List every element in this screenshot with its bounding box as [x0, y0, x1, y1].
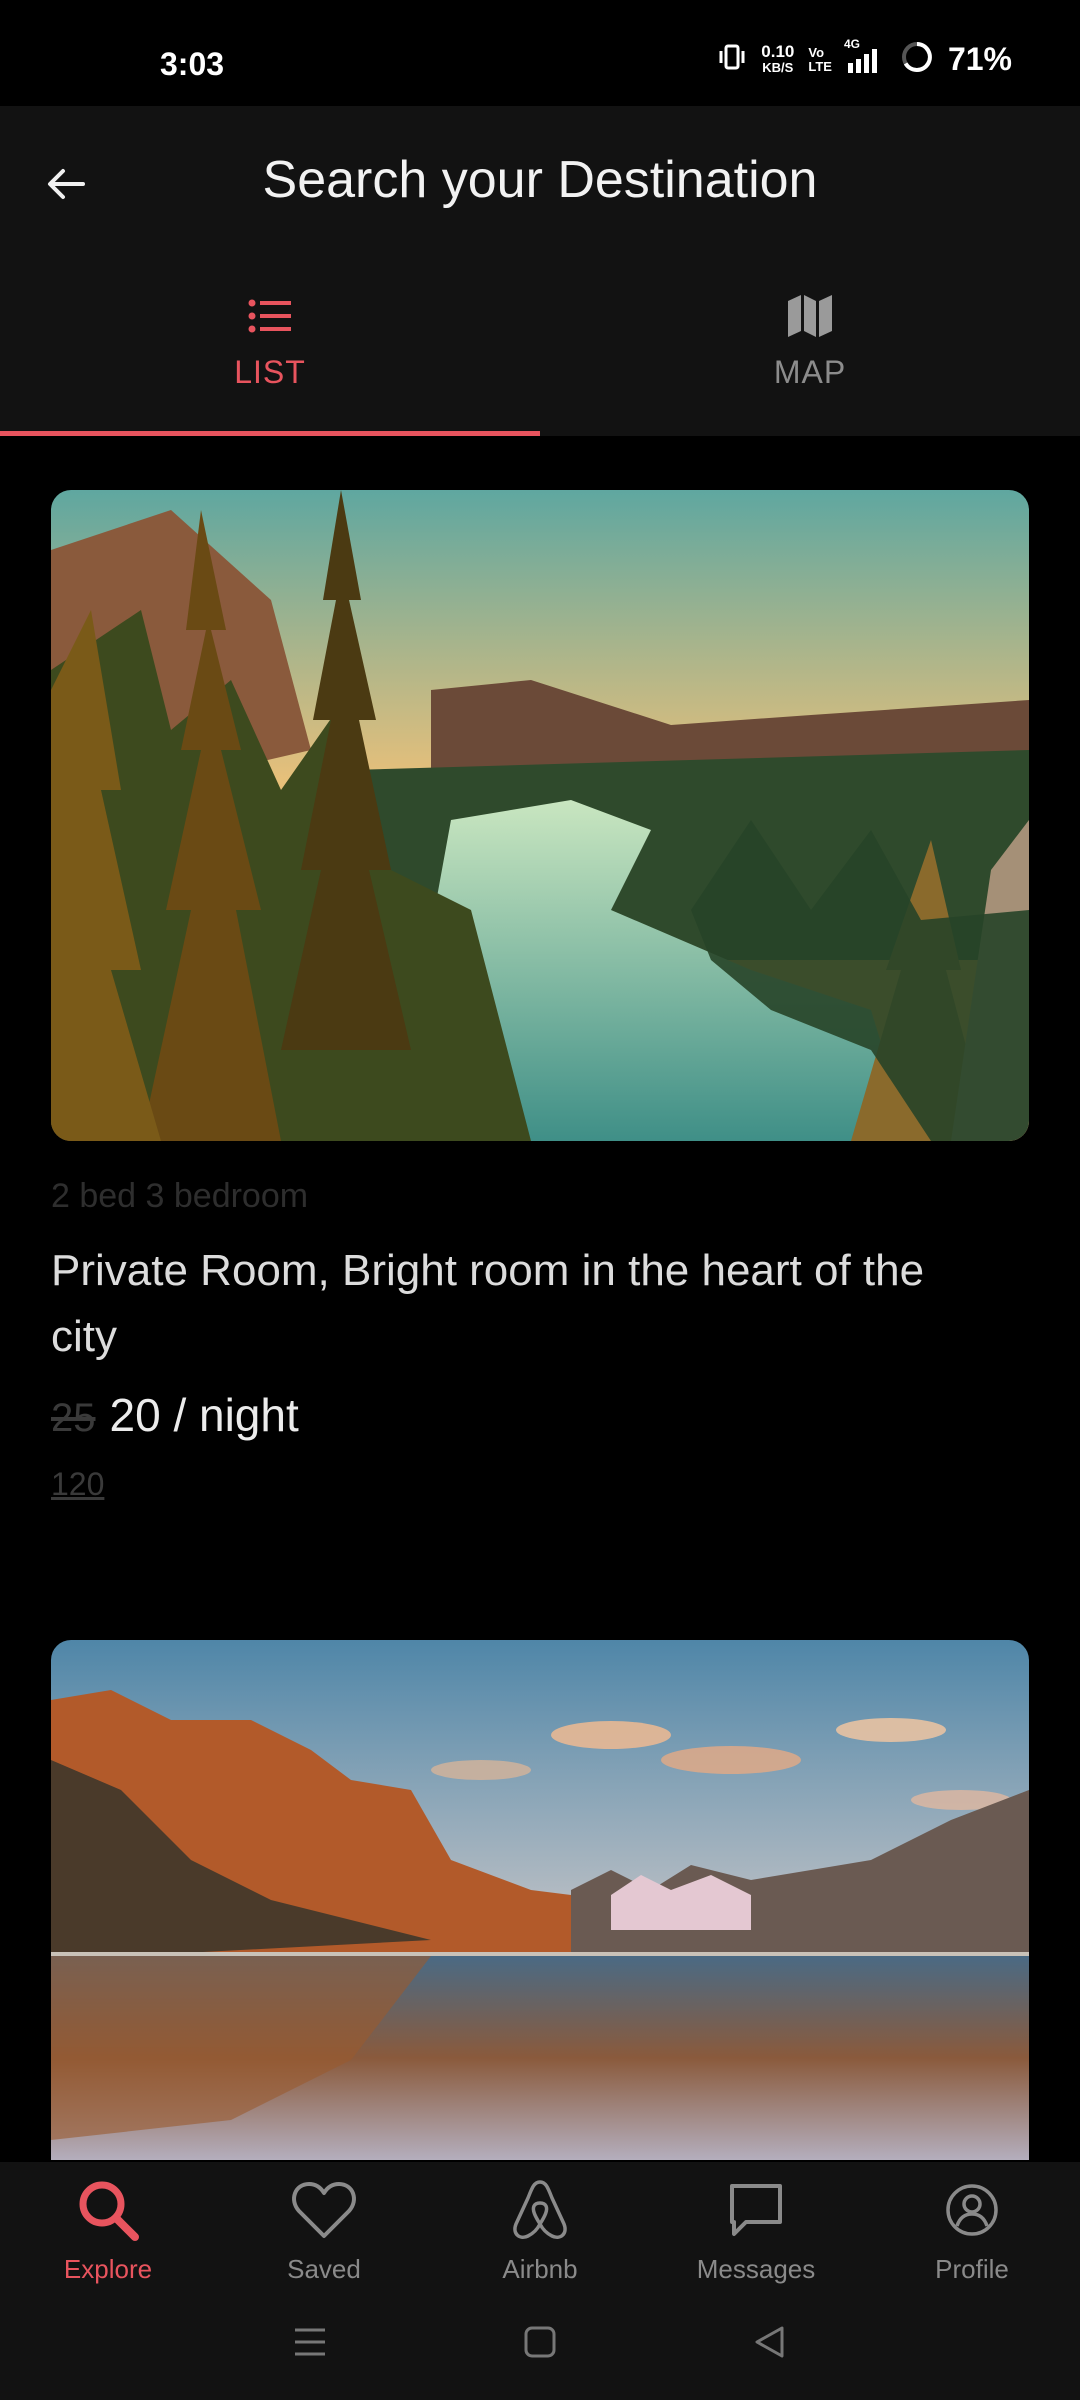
listing-card[interactable]: 2 bed 3 bedroom Private Room, Bright roo…: [51, 490, 1029, 1503]
nav-airbnb[interactable]: Airbnb: [432, 2162, 648, 2288]
old-price: 25: [51, 1396, 96, 1440]
vibrate-icon: [717, 42, 747, 77]
tab-indicator: [0, 431, 540, 436]
listing-title: Private Room, Bright room in the heart o…: [51, 1246, 925, 1361]
volte-indicator: Vo LTE: [808, 44, 832, 74]
nav-explore[interactable]: Explore: [0, 2162, 216, 2288]
nav-saved-label: Saved: [287, 2254, 361, 2284]
listing-photo[interactable]: [51, 490, 1029, 1141]
bottom-navigation: Explore Saved Airbnb Messages Profile: [0, 2162, 1080, 2288]
profile-icon: [942, 2178, 1002, 2242]
heart-icon: [291, 2178, 357, 2242]
page-title: Search your Destination: [262, 151, 818, 209]
network-speed-value: 0.10: [761, 41, 795, 61]
listing-photo[interactable]: [51, 1640, 1029, 2160]
signal-icon: 4G: [844, 37, 886, 75]
volte-top: Vo: [808, 44, 825, 60]
system-back-button[interactable]: [740, 2314, 800, 2374]
nightly-price: 20 / night: [109, 1389, 299, 1441]
nav-saved[interactable]: Saved: [216, 2162, 432, 2288]
app-bar: Search your Destination LIST MAP: [0, 106, 1080, 436]
triangle-back-icon: [752, 2324, 788, 2365]
network-type: 4G: [843, 36, 860, 51]
tab-map-label: MAP: [773, 354, 847, 390]
nav-explore-label: Explore: [63, 2254, 153, 2284]
nav-messages-label: Messages: [696, 2254, 816, 2284]
home-button[interactable]: [510, 2314, 570, 2374]
nav-profile[interactable]: Profile: [864, 2162, 1080, 2288]
status-bar: 3:03 0.10 KB/S Vo LTE 4G 71%: [0, 0, 1080, 106]
search-icon: [75, 2178, 141, 2242]
battery-level: 71%: [947, 41, 1012, 77]
tab-list[interactable]: LIST: [0, 272, 540, 436]
listing-card[interactable]: [51, 1640, 1029, 2160]
view-tabs: LIST MAP: [0, 272, 1080, 436]
listing-beds: 2 bed 3 bedroom: [51, 1177, 309, 1215]
network-speed-unit: KB/S: [762, 59, 794, 75]
tab-list-label: LIST: [234, 354, 306, 390]
screen: 3:03 0.10 KB/S Vo LTE 4G 71% Search your…: [0, 0, 1080, 2400]
square-icon: [523, 2325, 557, 2364]
listing-price: 25 20 / night: [51, 1388, 1029, 1442]
recents-button[interactable]: [280, 2314, 340, 2374]
system-navigation-bar: [0, 2288, 1080, 2400]
network-speed: 0.10 KB/S: [761, 41, 795, 76]
airbnb-logo-icon: [510, 2178, 570, 2242]
tab-map[interactable]: MAP: [540, 272, 1080, 436]
list-icon: [247, 288, 293, 344]
total-price-link[interactable]: 120: [51, 1466, 1029, 1503]
menu-icon: [292, 2324, 328, 2365]
nav-airbnb-label: Airbnb: [502, 2254, 578, 2284]
map-icon: [786, 288, 834, 344]
status-icons: 0.10 KB/S Vo LTE 4G 71%: [717, 37, 1012, 79]
message-icon: [726, 2178, 786, 2242]
volte-bottom: LTE: [808, 58, 832, 74]
status-time: 3:03: [160, 46, 225, 82]
battery-icon: [900, 40, 934, 79]
nav-profile-label: Profile: [935, 2254, 1009, 2284]
nav-messages[interactable]: Messages: [648, 2162, 864, 2288]
